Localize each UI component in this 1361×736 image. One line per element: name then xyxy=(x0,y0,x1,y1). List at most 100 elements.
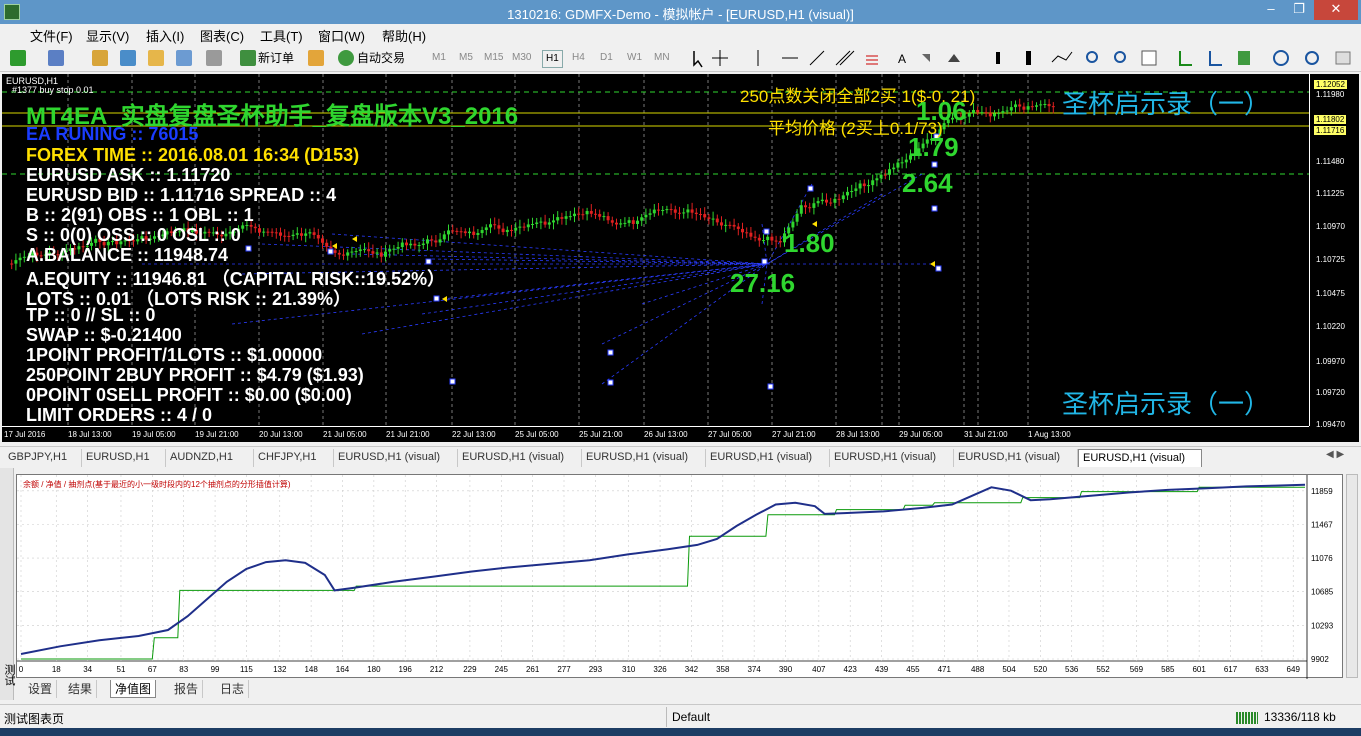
close-button[interactable]: ✕ xyxy=(1314,0,1358,20)
chart-tab[interactable]: EURUSD,H1 (visual) xyxy=(582,449,706,467)
profiles-icon[interactable] xyxy=(48,50,64,66)
menu-tools[interactable]: 工具(T) xyxy=(260,26,303,45)
candle xyxy=(581,214,585,216)
candle xyxy=(346,252,350,256)
price-label: 1.12052 xyxy=(1314,80,1347,89)
menu-charts[interactable]: 图表(C) xyxy=(200,26,244,45)
templates-icon[interactable] xyxy=(1335,51,1351,65)
periods-icon[interactable] xyxy=(1273,50,1289,66)
menu-file[interactable]: 文件(F) xyxy=(30,26,73,45)
graph-x-tick: 245 xyxy=(495,665,509,674)
minimize-button[interactable]: – xyxy=(1257,0,1285,20)
text-icon[interactable]: A xyxy=(898,52,906,66)
new-order-button[interactable]: 新订单 xyxy=(258,48,294,68)
candle xyxy=(564,216,568,219)
trade-line xyxy=(331,233,768,265)
tester-scrollbar[interactable] xyxy=(1346,474,1358,678)
menu-view[interactable]: 显示(V) xyxy=(86,26,129,45)
graph-x-tick: 148 xyxy=(304,665,318,674)
fibo-icon[interactable] xyxy=(866,55,878,65)
data-window-icon[interactable] xyxy=(120,50,136,66)
graph-y-tick: 11859 xyxy=(1311,487,1333,496)
terminal-icon[interactable] xyxy=(176,50,192,66)
bar-chart-icon[interactable] xyxy=(996,52,1000,64)
autoscroll-icon[interactable] xyxy=(1179,51,1192,66)
tile-windows-icon[interactable] xyxy=(1141,50,1157,66)
candle xyxy=(669,209,673,211)
cursor-icon[interactable] xyxy=(693,51,703,68)
arrows-icon[interactable] xyxy=(948,54,960,62)
candle xyxy=(896,162,900,168)
time-label: 21 Jul 21:00 xyxy=(386,430,430,439)
channel-icon[interactable] xyxy=(835,50,855,66)
search-icon[interactable] xyxy=(1305,51,1319,65)
tf-h4[interactable]: H4 xyxy=(572,50,585,66)
new-chart-icon[interactable] xyxy=(10,50,26,66)
candle xyxy=(661,210,665,212)
tester-tab[interactable]: 设置 xyxy=(24,680,58,698)
tf-m30[interactable]: M30 xyxy=(512,50,531,66)
tf-d1[interactable]: D1 xyxy=(600,50,613,66)
crosshair-icon[interactable] xyxy=(712,50,728,66)
navigator-icon[interactable] xyxy=(148,50,164,66)
candle xyxy=(766,236,770,241)
trade-marker xyxy=(931,205,938,212)
menu-help[interactable]: 帮助(H) xyxy=(382,26,426,45)
candle xyxy=(606,216,610,221)
restore-button[interactable]: ❐ xyxy=(1285,0,1313,20)
candle xyxy=(753,236,757,238)
auto-trading-button[interactable]: 自动交易 xyxy=(357,48,405,68)
chart-tab[interactable]: EURUSD,H1 (visual) xyxy=(458,449,582,467)
trade-line xyxy=(351,253,768,265)
chart-shift-icon[interactable] xyxy=(1209,51,1222,66)
price-label: 1.09970 xyxy=(1316,357,1345,366)
tf-mn[interactable]: MN xyxy=(654,50,670,66)
line-chart-icon[interactable] xyxy=(1051,51,1073,63)
candle xyxy=(988,112,992,117)
indicators-icon[interactable] xyxy=(1238,51,1250,65)
chart-tab-active[interactable]: EURUSD,H1 (visual) xyxy=(1078,449,1202,467)
metaeditor-icon[interactable] xyxy=(308,50,324,66)
candle xyxy=(312,232,316,235)
menu-window[interactable]: 窗口(W) xyxy=(318,26,365,45)
candle xyxy=(455,230,459,232)
new-order-icon[interactable] xyxy=(240,50,256,66)
info-line: EURUSD BID :: 1.11716 SPREAD :: 4 xyxy=(26,185,337,205)
candle xyxy=(804,205,807,208)
label-icon[interactable] xyxy=(922,54,930,62)
chart-tab[interactable]: EURUSD,H1 xyxy=(82,449,166,467)
time-label: 19 Jul 05:00 xyxy=(132,430,176,439)
chart-tab[interactable]: CHFJPY,H1 xyxy=(254,449,334,467)
chart-tab[interactable]: EURUSD,H1 (visual) xyxy=(706,449,830,467)
tf-m1[interactable]: M1 xyxy=(432,50,446,66)
tab-scroll-arrows[interactable]: ◀ ▶ xyxy=(1326,449,1344,460)
tf-h1[interactable]: H1 xyxy=(542,50,563,68)
zoom-out-icon[interactable] xyxy=(1114,51,1126,63)
strategy-tester-icon[interactable] xyxy=(206,50,222,66)
candle xyxy=(400,242,404,248)
tester-tab[interactable]: 报告 xyxy=(170,680,204,698)
market-watch-icon[interactable] xyxy=(92,50,108,66)
candle xyxy=(720,222,723,226)
tester-tab[interactable]: 日志 xyxy=(216,680,250,698)
price-chart[interactable]: EURUSD,H1 #1377 buy stop 0.01 MT4EA_实盘复盘… xyxy=(2,74,1359,442)
trendline-icon[interactable] xyxy=(809,50,825,66)
graph-x-tick: 439 xyxy=(875,665,889,674)
tester-tab-active[interactable]: 净值图 xyxy=(110,680,157,698)
menu-insert[interactable]: 插入(I) xyxy=(146,26,184,45)
tf-m5[interactable]: M5 xyxy=(459,50,473,66)
tf-w1[interactable]: W1 xyxy=(627,50,642,66)
chart-tab[interactable]: EURUSD,H1 (visual) xyxy=(954,449,1078,467)
zoom-in-icon[interactable] xyxy=(1086,51,1098,63)
chart-tab[interactable]: EURUSD,H1 (visual) xyxy=(830,449,954,467)
chart-tab[interactable]: AUDNZD,H1 xyxy=(166,449,254,467)
tf-m15[interactable]: M15 xyxy=(484,50,503,66)
auto-trading-icon[interactable] xyxy=(338,50,354,66)
candle xyxy=(741,228,744,233)
candle xyxy=(1047,104,1051,107)
chart-tab[interactable]: EURUSD,H1 (visual) xyxy=(334,449,458,467)
candle-chart-icon[interactable] xyxy=(1026,51,1031,65)
price-label: 1.11480 xyxy=(1316,157,1345,166)
tester-tab[interactable]: 结果 xyxy=(64,680,98,698)
chart-tab[interactable]: GBPJPY,H1 xyxy=(4,449,82,467)
